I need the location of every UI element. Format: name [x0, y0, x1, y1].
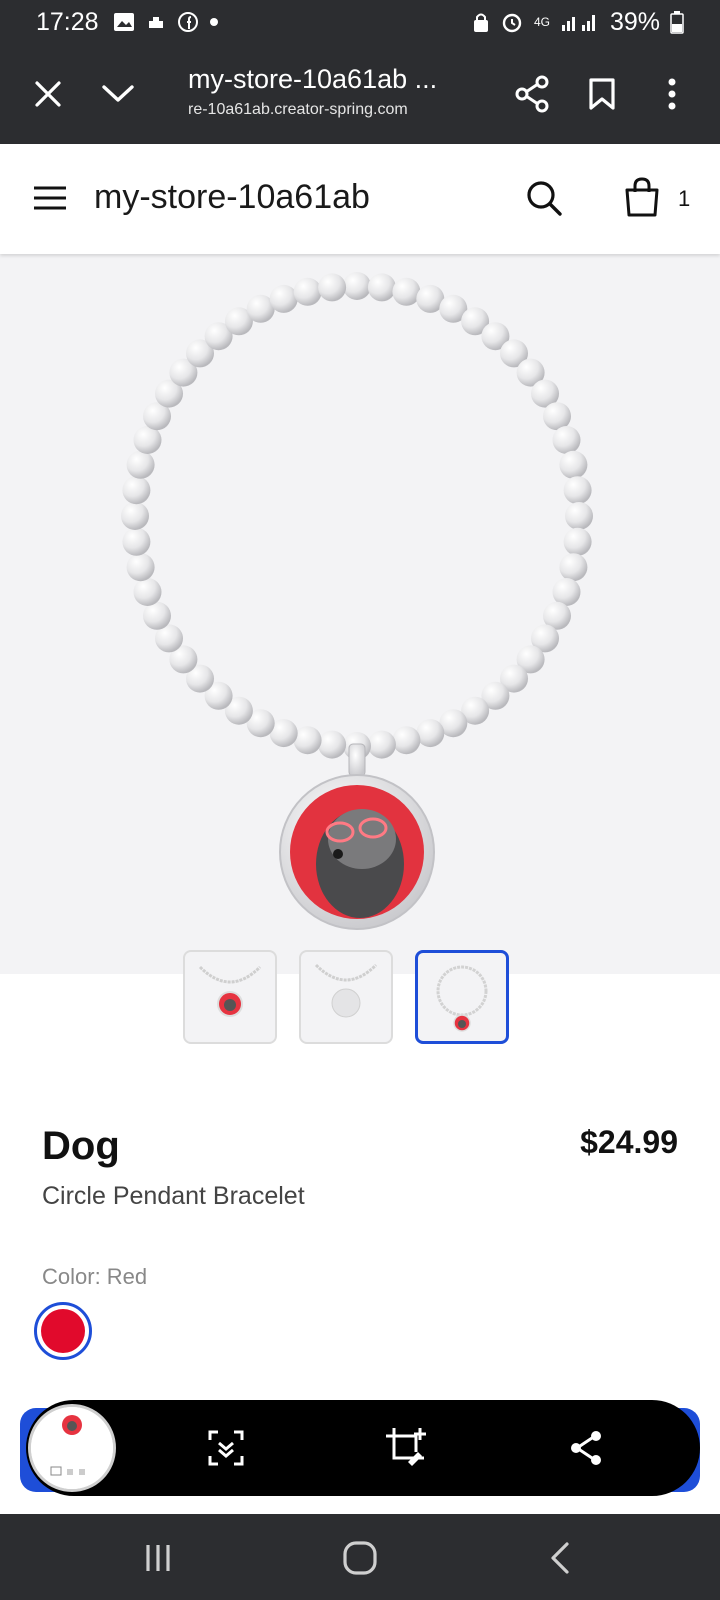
store-name[interactable]: my-store-10a61ab — [94, 178, 370, 217]
signal-icon — [561, 15, 595, 31]
status-time: 17:28 — [36, 7, 99, 36]
cloud-icon — [148, 17, 163, 28]
bead — [126, 553, 155, 582]
home-icon — [343, 1541, 377, 1575]
share-icon — [515, 75, 549, 113]
page-url: re-10a61ab.creator-spring.com — [188, 101, 408, 118]
page-title: my-store-10a61ab ... — [188, 64, 438, 94]
bookmark-icon — [589, 78, 615, 110]
bead — [318, 730, 347, 759]
bead — [367, 273, 396, 302]
product-subtitle: Circle Pendant Bracelet — [42, 1182, 305, 1210]
chevron-down-icon — [102, 85, 134, 102]
scroll-capture-button[interactable] — [202, 1424, 250, 1472]
thumbnail-bracelet-back[interactable] — [299, 950, 393, 1044]
bead — [143, 601, 171, 630]
crop-edit-icon — [386, 1428, 426, 1466]
more-vertical-icon — [668, 78, 676, 110]
network-label: 4G — [533, 15, 550, 29]
bead — [293, 726, 322, 755]
product-price: $24.99 — [580, 1124, 678, 1160]
color-label: Color: Red — [42, 1264, 148, 1289]
more-options-button[interactable] — [648, 70, 696, 118]
bead — [563, 527, 592, 556]
thumbnail-strip — [183, 950, 509, 1044]
close-tab-button[interactable] — [24, 70, 72, 118]
battery-icon — [670, 11, 684, 34]
browser-toolbar: my-store-10a61ab ... re-10a61ab.creator-… — [0, 44, 720, 144]
bead — [133, 578, 162, 606]
bead — [367, 730, 396, 759]
pendant — [279, 743, 435, 930]
cart-count: 1 — [678, 186, 691, 211]
bead — [293, 277, 322, 306]
bead — [543, 402, 571, 431]
bead — [552, 578, 581, 606]
home-button[interactable] — [336, 1534, 384, 1582]
hamburger-icon — [34, 186, 66, 210]
bead — [126, 450, 155, 479]
bead — [318, 273, 347, 302]
capture-share-button[interactable] — [562, 1424, 610, 1472]
color-swatch-red[interactable] — [34, 1302, 92, 1360]
bracelet-image — [121, 272, 593, 930]
lock-icon — [473, 13, 488, 32]
bead — [133, 426, 162, 454]
bead — [552, 426, 581, 454]
battery-percent: 39% — [609, 7, 660, 36]
search-icon — [527, 181, 562, 216]
share-button[interactable] — [508, 70, 556, 118]
back-button[interactable] — [536, 1534, 584, 1582]
bead — [121, 502, 149, 530]
bead — [563, 476, 592, 505]
share-icon — [571, 1431, 601, 1465]
close-icon — [35, 81, 61, 107]
cart-button[interactable] — [622, 176, 662, 218]
back-icon — [551, 1542, 569, 1574]
status-bar: 17:28 4G 39% — [0, 0, 720, 44]
capture-preview-thumbnail[interactable] — [28, 1404, 116, 1492]
bead — [343, 272, 371, 300]
bead — [559, 553, 588, 582]
menu-button[interactable] — [30, 178, 70, 218]
facebook-icon — [177, 12, 198, 32]
store-header: my-store-10a61ab 1 — [0, 144, 720, 254]
product-title: Dog — [42, 1124, 120, 1168]
thumbnail-bracelet-full[interactable] — [415, 950, 509, 1044]
bead — [559, 450, 588, 479]
bead — [416, 719, 445, 748]
product-image[interactable] — [0, 254, 720, 974]
bead — [565, 502, 593, 530]
bead — [392, 277, 421, 306]
bead — [122, 476, 151, 505]
gallery-icon — [113, 13, 134, 31]
recent-apps-icon — [146, 1545, 170, 1571]
url-bar[interactable]: my-store-10a61ab ... re-10a61ab.creator-… — [188, 64, 458, 119]
notification-dot-icon — [209, 18, 218, 26]
bead — [392, 726, 421, 755]
bead — [269, 284, 298, 313]
bead — [122, 527, 151, 556]
minimize-button[interactable] — [94, 70, 142, 118]
thumbnail-bracelet-front[interactable] — [183, 950, 277, 1044]
recent-apps-button[interactable] — [134, 1534, 182, 1582]
system-nav-bar — [0, 1514, 720, 1600]
shopping-bag-icon — [625, 177, 659, 217]
alarm-icon — [502, 13, 522, 33]
scroll-capture-icon — [208, 1430, 244, 1466]
bookmark-button[interactable] — [578, 70, 626, 118]
search-button[interactable] — [524, 178, 564, 218]
crop-edit-button[interactable] — [382, 1424, 430, 1472]
